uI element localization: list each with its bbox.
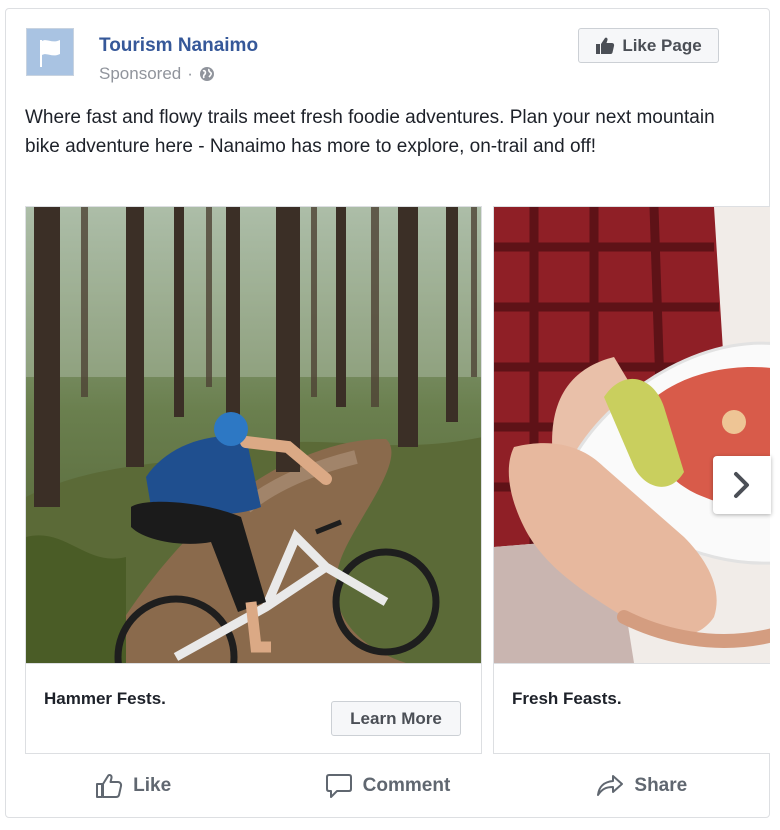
carousel-headline: Hammer Fests. <box>44 689 166 708</box>
globe-icon <box>199 67 214 81</box>
like-icon <box>96 773 123 798</box>
learn-more-button[interactable]: Learn More <box>331 701 461 736</box>
carousel-image-food-bowl[interactable] <box>494 207 770 663</box>
sponsored-post-card: Tourism Nanaimo Sponsored · Like Page Wh… <box>5 8 771 818</box>
carousel-card[interactable]: Hammer Fests. Learn More <box>25 206 482 754</box>
mountain-biker-image <box>26 207 481 663</box>
thumbs-up-icon <box>596 37 615 54</box>
comment-label: Comment <box>362 775 451 796</box>
carousel-next-button[interactable] <box>713 456 771 514</box>
like-label: Like <box>133 775 172 796</box>
page-avatar[interactable] <box>26 28 74 76</box>
comment-button[interactable]: Comment <box>260 761 514 811</box>
sponsored-row: Sponsored · <box>99 64 215 84</box>
ad-carousel: Hammer Fests. Learn More Fresh Feasts. <box>25 206 770 754</box>
sponsored-label: Sponsored <box>99 64 182 83</box>
food-bowl-image <box>494 207 770 663</box>
share-label: Share <box>634 775 688 796</box>
post-actions-bar: Like Comment Share <box>6 761 769 811</box>
sponsored-separator: · <box>187 64 193 83</box>
post-text: Where fast and flowy trails meet fresh f… <box>25 107 715 157</box>
carousel-card-footer: Fresh Feasts. <box>494 663 770 754</box>
page-name-link[interactable]: Tourism Nanaimo <box>99 35 258 57</box>
like-button[interactable]: Like <box>6 761 260 811</box>
share-icon <box>597 775 624 796</box>
comment-icon <box>325 774 352 798</box>
share-button[interactable]: Share <box>515 761 769 811</box>
flag-icon <box>27 29 73 75</box>
chevron-right-icon <box>734 472 749 498</box>
carousel-headline: Fresh Feasts. <box>512 689 622 708</box>
carousel-image-mountain-biker[interactable] <box>26 207 481 663</box>
carousel-card-footer: Hammer Fests. Learn More <box>26 663 481 754</box>
like-page-label: Like Page <box>622 35 702 55</box>
like-page-button[interactable]: Like Page <box>578 28 719 63</box>
